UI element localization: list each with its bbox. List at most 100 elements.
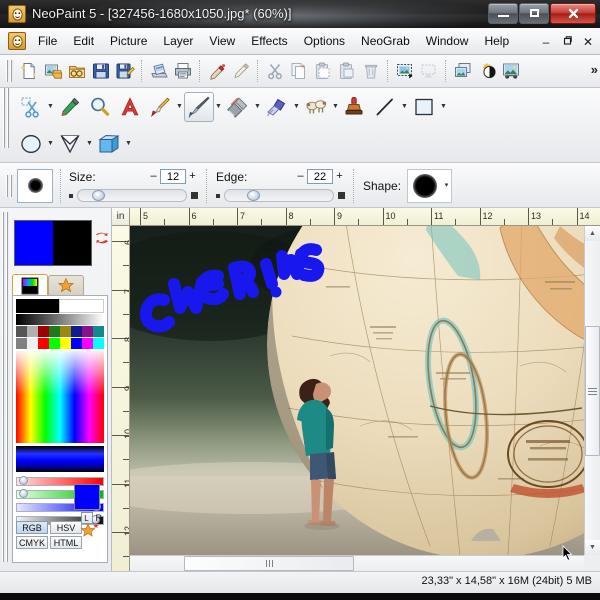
color-swatch-row-2[interactable] [16, 338, 104, 349]
red-slider-thumb[interactable] [19, 476, 28, 485]
cube-3d-tool[interactable] [94, 129, 124, 159]
menu-effects[interactable]: Effects [243, 32, 295, 51]
edge-slider-thumb[interactable] [247, 190, 260, 201]
rgb-mode-button[interactable]: RGB [16, 521, 48, 534]
document-icon[interactable] [8, 32, 26, 50]
scroll-down-button[interactable]: ▼ [585, 540, 600, 555]
color-panel-drag-handle[interactable] [2, 212, 9, 562]
browse-folder-button[interactable] [65, 59, 89, 83]
image-effects-button[interactable] [499, 59, 523, 83]
maximize-button[interactable] [519, 3, 549, 24]
toolbar-drag-handle[interactable] [6, 60, 14, 82]
cut-button[interactable] [263, 59, 287, 83]
edge-decrement-button[interactable]: – [295, 171, 306, 182]
chevron-down-icon[interactable]: ▼ [124, 132, 133, 156]
polygon-tool[interactable] [55, 129, 85, 159]
zoom-magnifier-tool[interactable] [85, 92, 115, 122]
canvas-viewport[interactable] [130, 226, 584, 555]
chevron-down-icon[interactable]: ▼ [253, 95, 262, 119]
edge-increment-button[interactable]: + [334, 171, 345, 182]
horizontal-ruler[interactable]: 567891011121314 [130, 208, 600, 226]
color-picker-tab[interactable] [12, 274, 48, 296]
size-decrement-button[interactable]: – [148, 171, 159, 182]
vertical-scrollbar-thumb[interactable] [585, 326, 600, 456]
color-swatch[interactable] [38, 326, 49, 337]
copy-button[interactable] [287, 59, 311, 83]
black-swatch[interactable] [16, 299, 59, 313]
line-tool[interactable] [370, 92, 400, 122]
options-drag-handle[interactable] [6, 175, 14, 197]
size-increment-button[interactable]: + [187, 171, 198, 182]
shape-dropdown[interactable]: ▾ [407, 169, 452, 203]
paste-into-button[interactable] [335, 59, 359, 83]
menu-view[interactable]: View [201, 32, 243, 51]
chevron-down-icon[interactable]: ▼ [214, 95, 223, 119]
redo-button[interactable] [229, 59, 253, 83]
color-swatch[interactable] [82, 326, 93, 337]
html-mode-button[interactable]: HTML [50, 536, 82, 549]
size-stepper[interactable]: – 12 + [148, 169, 198, 184]
print-button[interactable] [171, 59, 195, 83]
menu-window[interactable]: Window [418, 32, 477, 51]
menu-layer[interactable]: Layer [155, 32, 201, 51]
open-image-button[interactable] [41, 59, 65, 83]
scanner-button[interactable] [147, 59, 171, 83]
paste-button[interactable] [311, 59, 335, 83]
background-color-swatch[interactable] [53, 221, 91, 265]
color-swatch[interactable] [38, 338, 49, 349]
color-swatch[interactable] [60, 338, 71, 349]
color-swatch[interactable] [27, 338, 38, 349]
color-swatch[interactable] [16, 338, 27, 349]
undo-button[interactable] [205, 59, 229, 83]
color-swatch[interactable] [82, 338, 93, 349]
grayscale-gradient[interactable] [16, 314, 104, 325]
clone-sheep-tool[interactable] [301, 92, 331, 122]
text-tool[interactable] [115, 92, 145, 122]
horizontal-scrollbar[interactable] [130, 555, 584, 571]
paintbrush-tool[interactable] [184, 92, 214, 122]
ruler-unit-label[interactable]: in [112, 208, 130, 226]
tools-drag-handle[interactable] [3, 88, 10, 148]
save-as-button[interactable] [113, 59, 137, 83]
black-white-row[interactable] [16, 299, 104, 313]
toolbar-overflow-icon[interactable]: » [591, 62, 596, 77]
delete-button[interactable] [359, 59, 383, 83]
scroll-up-button[interactable]: ▲ [585, 226, 600, 241]
vertical-ruler[interactable]: 6789101112 [112, 226, 130, 571]
minimize-button[interactable] [488, 3, 518, 24]
color-swatch[interactable] [16, 326, 27, 337]
menu-options[interactable]: Options [296, 32, 353, 51]
new-file-button[interactable] [17, 59, 41, 83]
deselect-button[interactable] [417, 59, 441, 83]
color-swatch-row-1[interactable] [16, 326, 104, 337]
rubber-stamp-tool[interactable] [340, 92, 370, 122]
size-value[interactable]: 12 [160, 169, 186, 184]
edge-slider[interactable] [224, 189, 334, 202]
edge-value[interactable]: 22 [307, 169, 333, 184]
brightness-band[interactable] [16, 446, 104, 472]
eyedropper-tool[interactable] [55, 92, 85, 122]
orange-star-icon[interactable] [80, 522, 100, 543]
chevron-down-icon[interactable]: ▼ [292, 95, 301, 119]
foreground-color-swatch[interactable] [15, 221, 53, 265]
white-swatch[interactable] [59, 299, 104, 313]
menu-help[interactable]: Help [476, 32, 517, 51]
color-swatch[interactable] [27, 326, 38, 337]
menu-edit[interactable]: Edit [65, 32, 102, 51]
chevron-down-icon[interactable]: ▼ [46, 95, 55, 119]
menu-file[interactable]: File [30, 32, 65, 51]
chevron-down-icon[interactable]: ▼ [400, 95, 409, 119]
presets-tab[interactable] [48, 275, 84, 296]
color-swatch[interactable] [60, 326, 71, 337]
select-scissors-tool[interactable] [16, 92, 46, 122]
chevron-down-icon[interactable]: ▼ [175, 95, 184, 119]
menu-neograb[interactable]: NeoGrab [353, 32, 418, 51]
mdi-minimize-button[interactable]: – [540, 36, 552, 48]
vertical-scrollbar[interactable]: ▲ ▼ [584, 226, 600, 555]
color-gradient-picker[interactable] [16, 351, 104, 443]
chevron-down-icon[interactable]: ▼ [331, 95, 340, 119]
mdi-close-button[interactable]: ✕ [582, 36, 594, 48]
menu-picture[interactable]: Picture [102, 32, 155, 51]
color-swatch[interactable] [93, 326, 104, 337]
size-slider[interactable] [77, 189, 187, 202]
